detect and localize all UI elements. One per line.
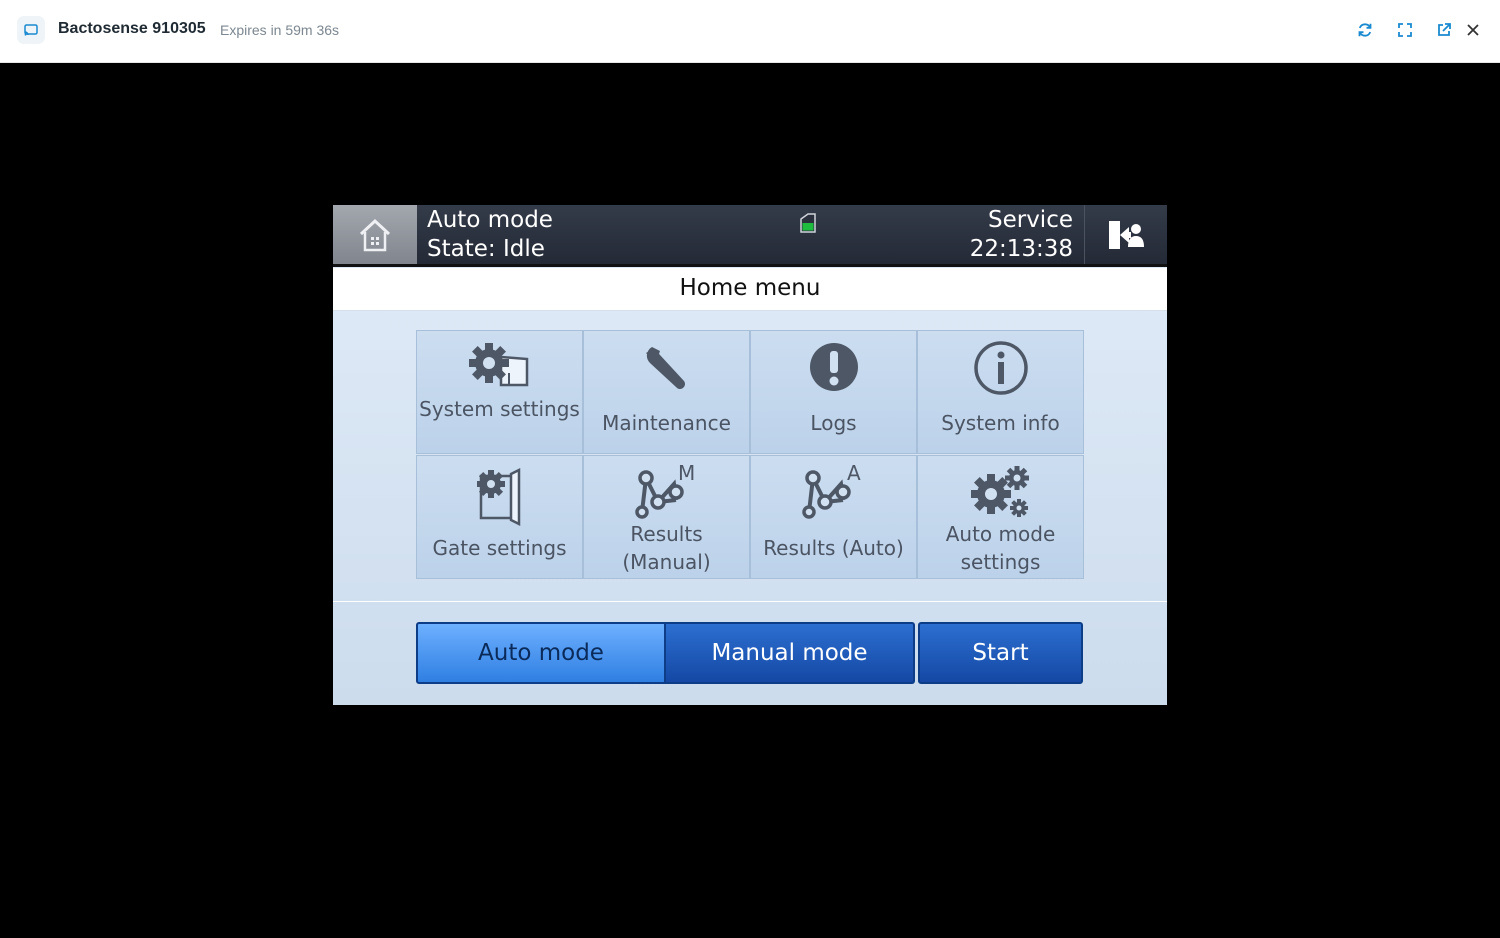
logout-button[interactable] [1084, 205, 1167, 265]
home-icon [359, 218, 391, 252]
tile-gate-settings[interactable]: Gate settings [416, 455, 583, 579]
tile-label: Results (Manual) [622, 522, 711, 574]
results-manual-icon: M [584, 462, 749, 520]
tile-maintenance[interactable]: Maintenance [583, 330, 750, 454]
close-button[interactable] [1462, 19, 1484, 41]
info-icon [918, 340, 1083, 396]
fullscreen-icon [1398, 23, 1412, 37]
tile-auto-mode-settings[interactable]: Auto mode settings [917, 455, 1084, 579]
clock: 22:13:38 [969, 236, 1073, 262]
tile-logs[interactable]: Logs [750, 330, 917, 454]
tile-label: Auto mode settings [945, 522, 1056, 574]
mode-status: Auto mode [427, 207, 553, 233]
tile-label: Logs [810, 411, 857, 435]
close-icon [1467, 24, 1479, 36]
device-screen: Auto mode State: Idle Service 22:13:38 H… [333, 205, 1167, 705]
fullscreen-button[interactable] [1394, 19, 1416, 41]
session-expiry: Expires in 59m 36s [220, 22, 340, 38]
manual-mode-button[interactable]: Manual mode [666, 622, 915, 684]
logout-user-icon [1109, 221, 1144, 249]
tile-system-settings[interactable]: System settings [416, 330, 583, 454]
session-header: Bactosense 910305 Expires in 59m 36s [0, 0, 1500, 63]
wrench-icon [584, 343, 749, 391]
tile-label: System info [941, 411, 1060, 435]
menu-title: Home menu [679, 275, 821, 301]
open-external-button[interactable] [1433, 19, 1455, 41]
results-auto-icon: A [751, 462, 916, 520]
tile-results-auto[interactable]: A Results (Auto) [750, 455, 917, 579]
svg-text:A: A [847, 462, 861, 485]
home-button[interactable] [333, 205, 417, 265]
divider [333, 601, 1167, 602]
menu-title-bar: Home menu [333, 268, 1167, 311]
exclamation-icon [751, 342, 916, 392]
gate-settings-icon [417, 468, 582, 526]
tile-label: System settings [419, 397, 580, 421]
auto-mode-settings-icon [918, 464, 1083, 520]
tile-label: Maintenance [602, 411, 731, 435]
refresh-icon [1358, 23, 1372, 37]
tile-system-info[interactable]: System info [917, 330, 1084, 454]
svg-text:M: M [678, 462, 695, 485]
cast-icon [17, 16, 45, 44]
external-link-icon [1438, 23, 1451, 36]
home-menu-grid: System settings Maintenance Logs System … [416, 330, 1084, 580]
tile-label: Gate settings [432, 536, 567, 560]
battery-icon [796, 211, 820, 239]
status-bar: Auto mode State: Idle Service 22:13:38 [333, 205, 1167, 267]
session-title: Bactosense 910305 [58, 20, 206, 37]
tile-label: Results (Auto) [763, 536, 904, 560]
system-settings-icon [417, 341, 582, 391]
user-role: Service [987, 207, 1073, 233]
state-status: State: Idle [427, 236, 545, 262]
refresh-button[interactable] [1354, 19, 1376, 41]
start-button[interactable]: Start [918, 622, 1083, 684]
tile-results-manual[interactable]: M Results (Manual) [583, 455, 750, 579]
auto-mode-button[interactable]: Auto mode [416, 622, 666, 684]
